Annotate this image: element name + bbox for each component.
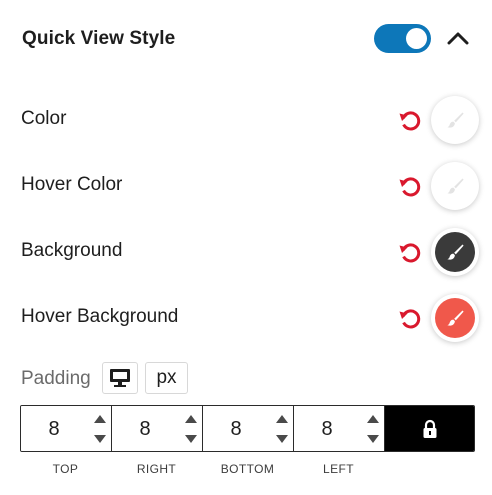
padding-top-decrement[interactable]	[91, 431, 109, 447]
side-label-bottom: BOTTOM	[220, 462, 275, 476]
panel-header: Quick View Style	[0, 0, 492, 80]
triangle-down-icon	[94, 435, 106, 443]
padding-right-decrement[interactable]	[182, 431, 200, 447]
padding-top-increment[interactable]	[91, 411, 109, 427]
reset-icon	[399, 177, 421, 197]
triangle-up-icon	[367, 415, 379, 423]
padding-right-increment[interactable]	[182, 411, 200, 427]
reset-icon	[399, 111, 421, 131]
hover-color-swatch-button[interactable]	[431, 162, 479, 210]
padding-bottom-decrement[interactable]	[273, 431, 291, 447]
color-reset-button[interactable]	[397, 108, 423, 134]
padding-label: Padding	[21, 368, 91, 389]
color-swatch-button[interactable]	[431, 96, 479, 144]
padding-bottom-increment[interactable]	[273, 411, 291, 427]
background-row: Background	[0, 224, 492, 280]
chevron-up-icon	[447, 32, 469, 45]
collapse-button[interactable]	[444, 24, 472, 52]
reset-icon	[399, 243, 421, 263]
hover-color-reset-button[interactable]	[397, 174, 423, 200]
color-label: Color	[21, 108, 67, 129]
hover-color-label: Hover Color	[21, 174, 123, 195]
padding-left-decrement[interactable]	[364, 431, 382, 447]
triangle-up-icon	[276, 415, 288, 423]
triangle-down-icon	[367, 435, 379, 443]
padding-left-increment[interactable]	[364, 411, 382, 427]
device-selector-button[interactable]	[102, 362, 138, 394]
padding-left-field: 8	[294, 406, 385, 451]
color-row: Color	[0, 92, 492, 148]
brush-icon	[447, 310, 464, 326]
padding-right-input[interactable]: 8	[112, 418, 178, 441]
brush-icon	[447, 244, 464, 260]
padding-inputs: 8 8 8 8	[20, 405, 475, 452]
side-label-left: LEFT	[323, 462, 354, 476]
brush-icon	[447, 178, 464, 194]
desktop-icon	[110, 369, 130, 387]
triangle-up-icon	[185, 415, 197, 423]
padding-bottom-field: 8	[203, 406, 294, 451]
hover-background-swatch	[435, 298, 475, 338]
color-swatch	[435, 100, 475, 140]
background-swatch-button[interactable]	[431, 228, 479, 276]
panel-title: Quick View Style	[22, 28, 176, 49]
quick-view-style-toggle[interactable]	[374, 24, 431, 53]
triangle-down-icon	[185, 435, 197, 443]
toggle-knob	[406, 28, 427, 49]
background-swatch	[435, 232, 475, 272]
brush-icon	[447, 112, 464, 128]
side-label-right: RIGHT	[136, 462, 177, 476]
hover-background-label: Hover Background	[21, 306, 179, 327]
hover-color-swatch	[435, 166, 475, 206]
padding-bottom-input[interactable]: 8	[203, 418, 269, 441]
background-reset-button[interactable]	[397, 240, 423, 266]
triangle-up-icon	[94, 415, 106, 423]
hover-background-reset-button[interactable]	[397, 306, 423, 332]
padding-side-labels: TOP RIGHT BOTTOM LEFT	[20, 462, 384, 476]
link-values-button[interactable]	[385, 406, 474, 451]
reset-icon	[399, 309, 421, 329]
hover-background-row: Hover Background	[0, 290, 492, 346]
padding-top-input[interactable]: 8	[21, 418, 87, 441]
background-label: Background	[21, 240, 123, 261]
padding-right-field: 8	[112, 406, 203, 451]
triangle-down-icon	[276, 435, 288, 443]
hover-color-row: Hover Color	[0, 158, 492, 214]
lock-icon	[423, 419, 436, 438]
padding-left-input[interactable]: 8	[294, 418, 360, 441]
padding-top-field: 8	[21, 406, 112, 451]
unit-selector-button[interactable]: px	[145, 362, 188, 394]
hover-background-swatch-button[interactable]	[431, 294, 479, 342]
side-label-top: TOP	[52, 462, 79, 476]
